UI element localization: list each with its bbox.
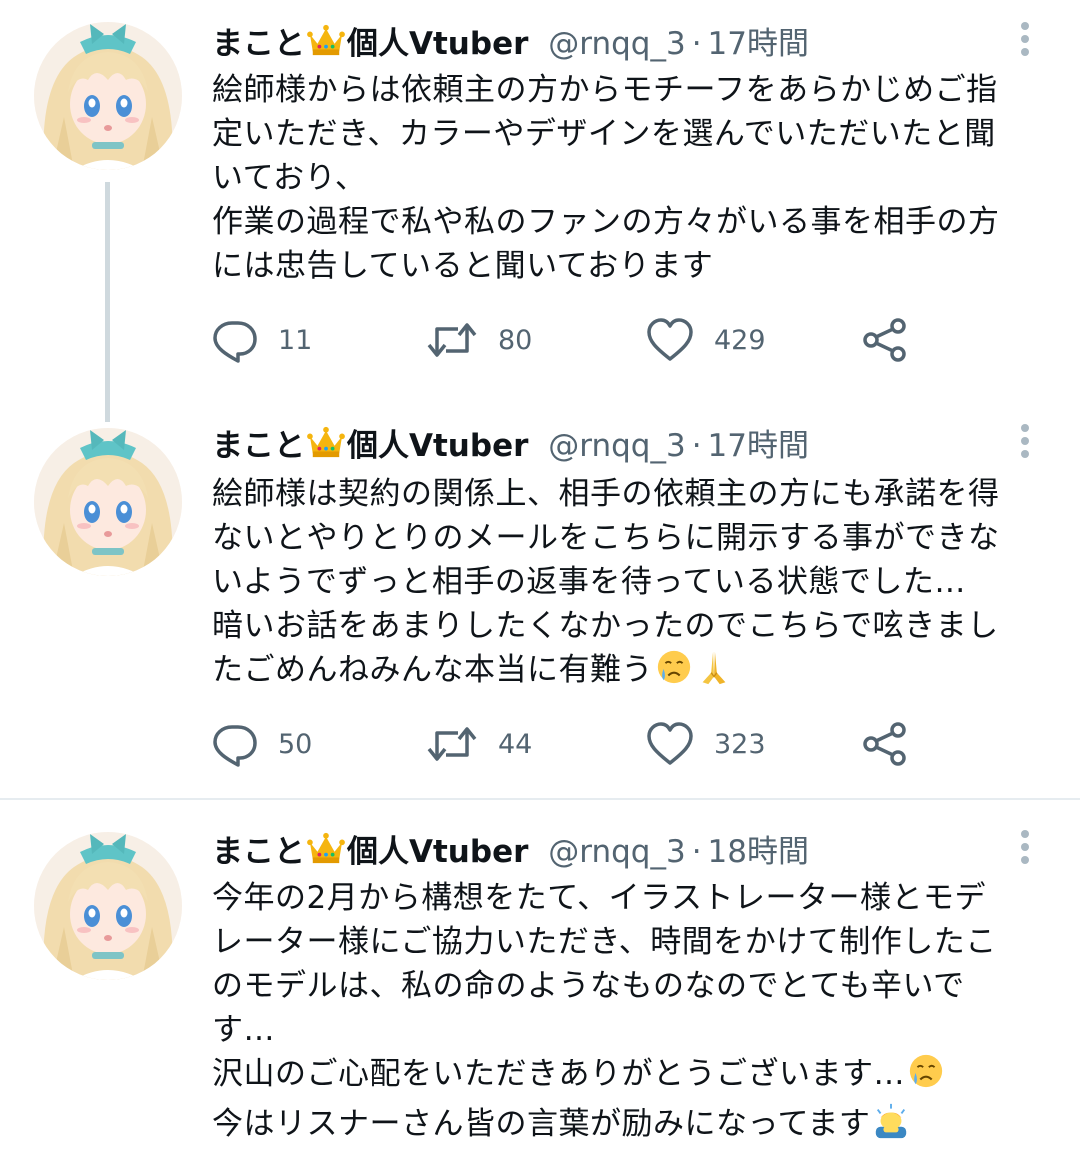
tweet-text-line-with-emoji: 今はリスナーさん皆の言葉が励みになってます — [212, 1102, 1047, 1152]
tweet-text-line: レーター様にご協力いただき、時間をかけて制作したこ — [212, 924, 997, 960]
tweet-text: 絵師様は契約の関係上、相手の依頼主の方にも承諾を得 ないとやりとりのメールをこち… — [212, 472, 1047, 698]
timestamp[interactable]: 17時間 — [708, 26, 809, 62]
tweet-text-line: いようでずっと相手の返事を待っている状態でした… — [212, 564, 966, 600]
tweet[interactable]: まこと 個人Vtuber @rnqq_3 · 18時間 今年の2月から構想をたて、イラ… — [0, 800, 1080, 1166]
timestamp[interactable]: 18時間 — [708, 834, 809, 870]
vertical-dots-icon — [1021, 35, 1029, 43]
retweet-icon — [426, 721, 478, 767]
tweet-text-segment: たごめんねみんな本当に有難う — [212, 652, 653, 688]
separator: · — [691, 26, 702, 62]
tweet-text-segment: 沢山のご心配をいただきありがとうございます… — [212, 1056, 905, 1092]
vertical-dots-icon — [1021, 437, 1029, 445]
thread-connector-line — [105, 182, 110, 422]
share-icon — [862, 721, 908, 767]
display-name-suffix[interactable]: 個人Vtuber — [347, 26, 528, 62]
separator: · — [691, 428, 702, 464]
display-name[interactable]: まこと — [212, 26, 305, 62]
vertical-dots-icon — [1021, 48, 1029, 56]
vertical-dots-icon — [1021, 856, 1029, 864]
tweet-actions: 50 44 323 — [212, 720, 932, 768]
folded-hands-emoji — [695, 648, 733, 698]
tweet-header: まこと 個人Vtuber @rnqq_3 · 18時間 — [212, 830, 809, 874]
more-options-button[interactable] — [1010, 424, 1040, 464]
crying-face-emoji — [655, 648, 693, 698]
like-button[interactable]: 323 — [646, 720, 766, 768]
tweet-text-line-with-emoji: たごめんねみんな本当に有難う — [212, 648, 1047, 698]
reply-count: 50 — [278, 728, 313, 760]
tweet-text-line: す… — [212, 1012, 275, 1048]
heart-icon — [646, 317, 694, 363]
like-count: 323 — [714, 728, 766, 760]
avatar[interactable] — [34, 22, 182, 170]
person-bowing-emoji — [872, 1102, 910, 1152]
tweet-text-line: 暗いお話をあまりしたくなかったのでこちらで呟きまし — [212, 608, 999, 644]
retweet-button[interactable]: 80 — [426, 316, 532, 364]
retweet-icon — [426, 317, 478, 363]
display-name-suffix[interactable]: 個人Vtuber — [347, 428, 528, 464]
retweet-button[interactable]: 44 — [426, 720, 532, 768]
reply-button[interactable]: 50 — [212, 720, 312, 768]
separator: · — [691, 834, 702, 870]
tweet-text-segment: 今はリスナーさん皆の言葉が励みになってます — [212, 1106, 871, 1142]
tweet-text-line: 絵師様は契約の関係上、相手の依頼主の方にも承諾を得 — [212, 476, 1000, 512]
user-handle[interactable]: @rnqq_3 — [548, 834, 685, 870]
crying-face-emoji — [907, 1052, 945, 1102]
share-icon — [862, 317, 908, 363]
timestamp[interactable]: 17時間 — [708, 428, 809, 464]
tweet-text-line: ないとやりとりのメールをこちらに開示する事ができな — [212, 520, 1000, 556]
crown-emoji — [307, 23, 345, 69]
tweet-header: まこと 個人Vtuber @rnqq_3 · 17時間 — [212, 424, 809, 468]
tweet-text-line: 今年の2月から構想をたて、イラストレーター様とモデ — [212, 880, 987, 916]
vertical-dots-icon — [1021, 450, 1029, 458]
tweet-text-line: いており、 — [212, 160, 367, 196]
tweet-actions: 11 80 429 — [212, 316, 932, 364]
retweet-count: 44 — [498, 728, 533, 760]
heart-icon — [646, 721, 694, 767]
tweet-header: まこと 個人Vtuber @rnqq_3 · 17時間 — [212, 22, 809, 66]
user-handle[interactable]: @rnqq_3 — [548, 26, 685, 62]
user-handle[interactable]: @rnqq_3 — [548, 428, 685, 464]
vertical-dots-icon — [1021, 843, 1029, 851]
share-button[interactable] — [862, 316, 908, 364]
display-name[interactable]: まこと — [212, 428, 305, 464]
tweet-text-line: 定いただき、カラーやデザインを選んでいただいたと聞 — [212, 116, 996, 152]
tweet[interactable]: まこと 個人Vtuber @rnqq_3 · 17時間 絵師様からは依頼主の方からモチ… — [0, 0, 1080, 422]
crown-emoji — [307, 425, 345, 471]
tweet-text-line-with-emoji: 沢山のご心配をいただきありがとうございます… — [212, 1052, 1047, 1102]
reply-count: 11 — [278, 324, 313, 356]
speech-bubble-icon — [212, 721, 258, 767]
display-name-suffix[interactable]: 個人Vtuber — [347, 834, 528, 870]
tweet-text-line: 作業の過程で私や私のファンの方々がいる事を相手の方 — [212, 204, 1000, 240]
tweet-text: 今年の2月から構想をたて、イラストレーター様とモデ レーター様にご協力いただき、… — [212, 876, 1047, 1152]
speech-bubble-icon — [212, 317, 258, 363]
like-count: 429 — [714, 324, 766, 356]
avatar[interactable] — [34, 832, 182, 980]
reply-button[interactable]: 11 — [212, 316, 312, 364]
crown-emoji — [307, 831, 345, 877]
tweet-text-line: には忠告していると聞いております — [212, 248, 714, 284]
more-options-button[interactable] — [1010, 830, 1040, 870]
tweet-text-line: 絵師様からは依頼主の方からモチーフをあらかじめご指 — [212, 72, 998, 108]
vertical-dots-icon — [1021, 424, 1029, 432]
retweet-count: 80 — [498, 324, 533, 356]
tweet-text: 絵師様からは依頼主の方からモチーフをあらかじめご指 定いただき、カラーやデザイン… — [212, 68, 1047, 288]
tweet[interactable]: まこと 個人Vtuber @rnqq_3 · 17時間 絵師様は契約の関係上、相手の依… — [0, 404, 1080, 798]
like-button[interactable]: 429 — [646, 316, 766, 364]
vertical-dots-icon — [1021, 830, 1029, 838]
more-options-button[interactable] — [1010, 22, 1040, 62]
display-name[interactable]: まこと — [212, 834, 305, 870]
vertical-dots-icon — [1021, 22, 1029, 30]
share-button[interactable] — [862, 720, 908, 768]
avatar[interactable] — [34, 428, 182, 576]
tweet-text-line: のモデルは、私の命のようなものなのでとても辛いで — [212, 968, 965, 1004]
